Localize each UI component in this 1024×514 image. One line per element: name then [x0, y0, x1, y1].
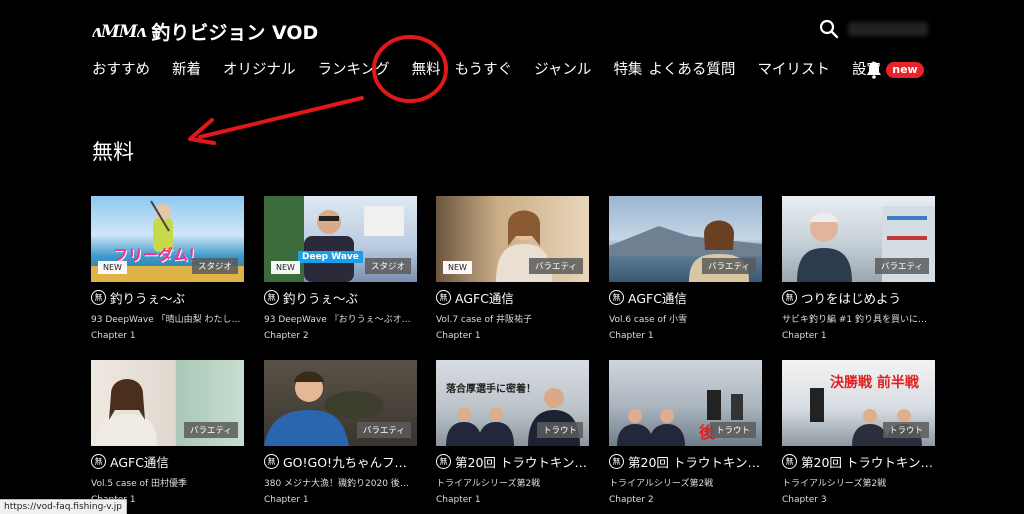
video-chapter: Chapter 2 — [264, 331, 309, 341]
genre-tag: スタジオ — [191, 258, 238, 274]
video-subtitle: サビキ釣り編 #1 釣り具を買いに行… — [782, 315, 935, 325]
genre-tag: バラエティ — [702, 258, 756, 274]
nav-item-free[interactable]: 無料 — [412, 58, 441, 79]
site-logo[interactable]: ʌMMʌ 釣りビジョン VOD — [92, 18, 318, 45]
free-icon: 無 — [91, 290, 106, 305]
video-thumbnail[interactable]: バラエティ — [609, 196, 762, 282]
nav-item-feature[interactable]: 特集 — [613, 58, 642, 79]
video-title[interactable]: 無 第20回 トラウトキン… — [436, 452, 589, 471]
video-card[interactable]: Deep Wave NEW スタジオ 無 釣りうぇ〜ぶ 93 DeepWave … — [264, 196, 417, 341]
nav-item-new[interactable]: 新着 — [172, 58, 201, 79]
video-thumbnail[interactable]: Deep Wave NEW スタジオ — [264, 196, 417, 282]
video-subtitle: Vol.6 case of 小雪 — [609, 315, 687, 325]
video-chapter: Chapter 1 — [782, 331, 827, 341]
video-thumbnail[interactable]: フリーダム！ NEW スタジオ — [91, 196, 244, 282]
video-card[interactable]: バラエティ 無 AGFC通信 Vol.6 case of 小雪 Chapter … — [609, 196, 762, 341]
thumbnail-caption: 落合厚選手に密着！ — [446, 384, 536, 395]
video-card[interactable]: 決勝戦 前半戦 トラウト 無 第20回 トラウトキン… トライアルシリーズ第2戦… — [782, 360, 935, 505]
video-title[interactable]: 無 AGFC通信 — [436, 288, 589, 307]
video-chapter: Chapter 1 — [91, 331, 136, 341]
video-title[interactable]: 無 第20回 トラウトキン… — [782, 452, 935, 471]
genre-tag: スタジオ — [364, 258, 411, 274]
thumbnail-caption: Deep Wave — [298, 251, 363, 263]
video-chapter: Chapter 2 — [609, 495, 654, 505]
free-icon: 無 — [782, 454, 797, 469]
video-chapter: Chapter 1 — [436, 495, 481, 505]
free-icon: 無 — [609, 454, 624, 469]
nav-item-faq[interactable]: よくある質問 — [648, 58, 735, 79]
video-subtitle: 93 DeepWave 「晴山由梨 わたし… — [91, 315, 241, 325]
new-badge[interactable]: new — [886, 62, 924, 78]
video-card[interactable]: 落合厚選手に密着！ トラウト 無 第20回 トラウトキン… トライアルシリーズ第… — [436, 360, 589, 505]
video-card[interactable]: バラエティ 無 AGFC通信 Vol.5 case of 田村優季 Chapte… — [91, 360, 244, 505]
genre-tag: バラエティ — [184, 422, 238, 438]
video-card[interactable]: フリーダム！ NEW スタジオ 無 釣りうぇ〜ぶ 93 DeepWave 「晴山… — [91, 196, 244, 341]
video-card[interactable]: バラエティ 無 GO!GO!九ちゃんフィ… 380 メジナ大漁！磯釣り2020 … — [264, 360, 417, 505]
new-tag: NEW — [98, 261, 127, 274]
video-thumbnail[interactable]: 決勝戦 前半戦 トラウト — [782, 360, 935, 446]
video-thumbnail[interactable]: 落合厚選手に密着！ トラウト — [436, 360, 589, 446]
genre-tag: トラウト — [536, 422, 583, 438]
video-title[interactable]: 無 第20回 トラウトキン… — [609, 452, 762, 471]
genre-tag: バラエティ — [875, 258, 929, 274]
nav-item-recommended[interactable]: おすすめ — [92, 58, 150, 79]
video-chapter: Chapter 1 — [609, 331, 654, 341]
video-thumbnail[interactable]: バラエティ — [91, 360, 244, 446]
bell-icon[interactable] — [866, 61, 882, 79]
video-subtitle: 93 DeepWave 『おりうぇ〜ぶオス… — [264, 315, 417, 325]
free-icon: 無 — [609, 290, 624, 305]
logo-mark: ʌMMʌ — [92, 21, 146, 42]
video-card[interactable]: NEW バラエティ 無 AGFC通信 Vol.7 case of 井阪祐子 Ch… — [436, 196, 589, 341]
video-thumbnail[interactable]: バラエティ — [782, 196, 935, 282]
nav-item-coming-soon[interactable]: もうすぐ — [455, 58, 513, 79]
video-subtitle: トライアルシリーズ第2戦 — [782, 479, 887, 489]
video-chapter: Chapter 3 — [782, 495, 827, 505]
video-thumbnail[interactable]: NEW バラエティ — [436, 196, 589, 282]
video-chapter: Chapter 1 — [436, 331, 481, 341]
logo-text: 釣りビジョン VOD — [151, 22, 319, 44]
page-title: 無料 — [92, 140, 134, 164]
genre-tag: バラエティ — [357, 422, 411, 438]
video-thumbnail[interactable]: 後 トラウト — [609, 360, 762, 446]
nav-item-original[interactable]: オリジナル — [223, 58, 296, 79]
nav-item-genre[interactable]: ジャンル — [534, 58, 591, 79]
free-icon: 無 — [264, 454, 279, 469]
link-status-bar: https://vod-faq.fishing-v.jp — [0, 499, 127, 514]
video-subtitle: トライアルシリーズ第2戦 — [436, 479, 541, 489]
video-subtitle: トライアルシリーズ第2戦 — [609, 479, 714, 489]
video-subtitle: 380 メジナ大漁！磯釣り2020 後篇 … — [264, 479, 417, 489]
video-title[interactable]: 無 釣りうぇ〜ぶ — [91, 288, 244, 307]
video-card[interactable]: 後 トラウト 無 第20回 トラウトキン… トライアルシリーズ第2戦 Chapt… — [609, 360, 762, 505]
free-icon: 無 — [436, 290, 451, 305]
nav-item-mylist[interactable]: マイリスト — [757, 58, 830, 79]
main-nav: おすすめ 新着 オリジナル ランキング 無料 もうすぐ ジャンル 特集 よくある… — [92, 58, 881, 79]
free-icon: 無 — [264, 290, 279, 305]
free-icon: 無 — [436, 454, 451, 469]
video-chapter: Chapter 1 — [264, 495, 309, 505]
video-title[interactable]: 無 つりをはじめよう — [782, 288, 935, 307]
new-tag: NEW — [271, 261, 300, 274]
genre-tag: トラウト — [709, 422, 756, 438]
video-card[interactable]: バラエティ 無 つりをはじめよう サビキ釣り編 #1 釣り具を買いに行… Cha… — [782, 196, 935, 341]
free-icon: 無 — [91, 454, 106, 469]
video-subtitle: Vol.5 case of 田村優季 — [91, 479, 187, 489]
pointer-arrow-head — [188, 118, 216, 145]
new-tag: NEW — [443, 261, 472, 274]
genre-tag: トラウト — [882, 422, 929, 438]
thumbnail-caption: 決勝戦 前半戦 — [830, 375, 919, 391]
video-subtitle: Vol.7 case of 井阪祐子 — [436, 315, 532, 325]
search-icon[interactable] — [818, 18, 840, 40]
video-title[interactable]: 無 GO!GO!九ちゃんフィ… — [264, 452, 417, 471]
user-name-blurred[interactable] — [848, 22, 928, 36]
video-title[interactable]: 無 AGFC通信 — [609, 288, 762, 307]
video-title[interactable]: 無 釣りうぇ〜ぶ — [264, 288, 417, 307]
genre-tag: バラエティ — [529, 258, 583, 274]
video-title[interactable]: 無 AGFC通信 — [91, 452, 244, 471]
video-thumbnail[interactable]: バラエティ — [264, 360, 417, 446]
pointer-arrow-shaft — [198, 96, 364, 139]
nav-item-ranking[interactable]: ランキング — [318, 58, 390, 79]
free-icon: 無 — [782, 290, 797, 305]
